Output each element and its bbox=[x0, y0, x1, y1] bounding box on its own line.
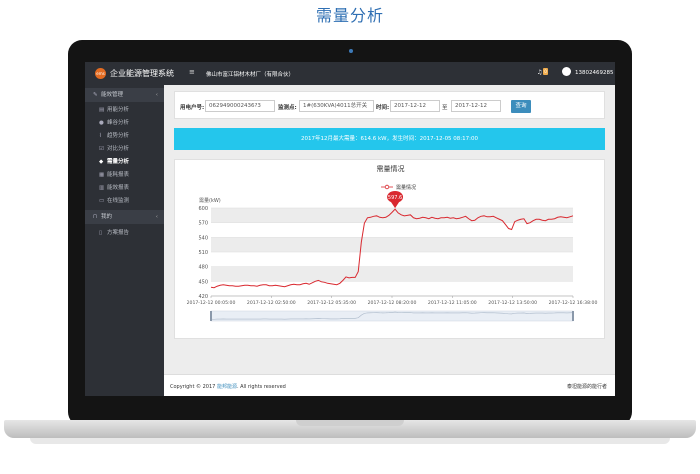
line-chart-icon: ⌇ bbox=[99, 133, 102, 139]
sidebar: ✎ 能效管理 ‹ ▤ 用能分析 ● 峰谷分析 ⌇ 趋势分析 ☑ 对比分析 ◆ 需量分析 ▦ 能耗… bbox=[85, 85, 164, 396]
app-title: 企业能源管理系统 bbox=[110, 69, 174, 78]
query-button[interactable]: 查询 bbox=[511, 100, 531, 113]
y-axis-label: 需量(kW) bbox=[199, 197, 221, 204]
y-tick-label: 510 bbox=[198, 250, 208, 256]
main-content: 用电户号: 0629490002436?3 监测点: 1#(630KVA)401… bbox=[164, 85, 615, 396]
chart-panel: 需量情况 420 450 480 510 540 570 600 需量(kW) 2017-12-… bbox=[174, 159, 605, 339]
x-tick-label: 2017-12-12 05:35:00 bbox=[307, 300, 356, 306]
menu-toggle-icon[interactable]: ≡ bbox=[189, 68, 195, 76]
diamond-icon: ◆ bbox=[99, 159, 104, 165]
notification-badge[interactable]: 0 bbox=[543, 68, 548, 75]
sidebar-item-label: 用能分析 bbox=[107, 107, 130, 113]
date-to-input[interactable]: 2017-12-12 bbox=[451, 100, 501, 112]
copyright: Copyright © 2017 能邦能源. All rights reserv… bbox=[170, 383, 286, 390]
max-demand-banner: 2017年12月最大需量：614.6 kW，发生时间：2017-12-05 08… bbox=[174, 128, 605, 150]
x-tick-label: 2017-12-12 16:38:00 bbox=[549, 300, 598, 306]
monitor-label: 监测点: bbox=[278, 105, 297, 111]
check-square-icon: ☑ bbox=[99, 146, 104, 152]
laptop-base-notch bbox=[296, 420, 404, 426]
max-marker-label: 597.6 bbox=[388, 195, 402, 201]
legend-marker bbox=[384, 184, 390, 190]
copyright-link[interactable]: 能邦能源 bbox=[217, 384, 237, 390]
zoom-handle-right bbox=[572, 311, 574, 321]
y-tick-label: 540 bbox=[198, 235, 208, 241]
x-tick-label: 2017-12-12 13:50:00 bbox=[488, 300, 537, 306]
sidebar-item-plan-report[interactable]: ▯ 方案报告 bbox=[85, 227, 164, 239]
file-icon: ▯ bbox=[99, 230, 103, 236]
chevron-left-icon: ‹ bbox=[155, 214, 158, 220]
table-icon: ▥ bbox=[99, 185, 105, 191]
footer: Copyright © 2017 能邦能源. All rights reserv… bbox=[164, 374, 615, 396]
y-tick-label: 600 bbox=[198, 206, 208, 212]
demand-chart[interactable]: 420 450 480 510 540 570 600 需量(kW) 2017-12-12 00… bbox=[175, 160, 606, 340]
sidebar-group-label: 我的 bbox=[101, 214, 113, 220]
laptop-shadow bbox=[30, 438, 670, 444]
account-label: 用电户号: bbox=[180, 105, 205, 111]
chevron-left-icon: ‹ bbox=[155, 92, 158, 98]
sidebar-item-label: 对比分析 bbox=[107, 146, 130, 152]
page-title: 需量分析 bbox=[315, 6, 384, 25]
sidebar-item-usage[interactable]: ▤ 用能分析 bbox=[85, 104, 164, 116]
y-tick-label: 570 bbox=[198, 221, 208, 227]
footer-slogan: 泰坦能源的能行者 bbox=[566, 384, 607, 390]
x-tick-label: 2017-12-12 02:50:00 bbox=[247, 300, 296, 306]
company-name: 佛山市富江铝材木材厂（有限合伙） bbox=[206, 72, 295, 78]
sidebar-item-label: 需量分析 bbox=[107, 159, 130, 165]
sidebar-group-energy[interactable]: ✎ 能效管理 ‹ bbox=[85, 88, 164, 102]
calendar-icon: ▦ bbox=[99, 172, 105, 178]
y-tick-label: 480 bbox=[198, 265, 208, 271]
app-logo[interactable]: ems bbox=[95, 68, 106, 79]
sidebar-item-efficiency-report[interactable]: ▥ 能效报表 bbox=[85, 182, 164, 194]
sidebar-item-label: 在线监测 bbox=[107, 198, 130, 204]
sidebar-item-peak-valley[interactable]: ● 峰谷分析 bbox=[85, 117, 164, 129]
copyright-prefix: Copyright © 2017 bbox=[170, 384, 216, 390]
bell-icon[interactable]: ♫ bbox=[537, 69, 542, 76]
sidebar-item-consumption-report[interactable]: ▦ 能耗报表 bbox=[85, 169, 164, 181]
grid-band bbox=[211, 266, 573, 282]
sidebar-item-label: 方案报告 bbox=[107, 230, 130, 236]
sidebar-item-demand[interactable]: ◆ 需量分析 bbox=[85, 156, 164, 168]
sidebar-item-label: 峰谷分析 bbox=[107, 120, 130, 126]
x-tick-label: 2017-12-12 11:05:00 bbox=[428, 300, 477, 306]
sidebar-item-monitor[interactable]: ▭ 在线监测 bbox=[85, 195, 164, 207]
filter-bar: 用电户号: 0629490002436?3 监测点: 1#(630KVA)401… bbox=[174, 91, 605, 119]
legend-label: 需量情况 bbox=[396, 184, 416, 191]
user-avatar-icon[interactable] bbox=[562, 67, 571, 76]
sidebar-item-compare[interactable]: ☑ 对比分析 bbox=[85, 143, 164, 155]
monitor-icon: ▭ bbox=[99, 198, 105, 204]
sidebar-item-label: 趋势分析 bbox=[107, 133, 130, 139]
top-navbar: ems 企业能源管理系统 ≡ 佛山市富江铝材木材厂（有限合伙） ♫ 0 1380… bbox=[85, 62, 615, 85]
sidebar-item-trend[interactable]: ⌇ 趋势分析 bbox=[85, 130, 164, 142]
sidebar-group-label: 能效管理 bbox=[101, 92, 124, 98]
wrench-icon: ✎ bbox=[93, 92, 98, 98]
sidebar-group-mine[interactable]: ⊓ 我的 ‹ bbox=[85, 210, 164, 224]
y-tick-label: 420 bbox=[198, 294, 208, 300]
to-label: 至 bbox=[442, 105, 448, 111]
pie-chart-icon: ● bbox=[99, 120, 104, 126]
zoom-handle-left bbox=[210, 311, 212, 321]
sidebar-item-label: 能耗报表 bbox=[107, 172, 130, 178]
y-tick-label: 450 bbox=[198, 279, 208, 285]
lock-icon: ⊓ bbox=[93, 214, 98, 220]
app-screen: ems 企业能源管理系统 ≡ 佛山市富江铝材木材厂（有限合伙） ♫ 0 1380… bbox=[85, 62, 615, 396]
x-tick-label: 2017-12-12 08:20:00 bbox=[368, 300, 417, 306]
grid-band bbox=[211, 208, 573, 223]
user-id[interactable]: 13802469285 bbox=[575, 70, 614, 76]
copyright-suffix: . All rights reserved bbox=[236, 384, 286, 390]
camera-icon bbox=[349, 49, 353, 53]
bar-chart-icon: ▤ bbox=[99, 107, 105, 113]
monitor-select[interactable]: 1#(630KVA)4011总开关 bbox=[299, 100, 374, 112]
time-label: 时间: bbox=[376, 105, 390, 111]
x-tick-label: 2017-12-12 00:05:00 bbox=[187, 300, 236, 306]
sidebar-item-label: 能效报表 bbox=[107, 185, 130, 191]
account-select[interactable]: 0629490002436?3 bbox=[205, 100, 275, 112]
date-from-input[interactable]: 2017-12-12 bbox=[390, 100, 440, 112]
grid-band bbox=[211, 237, 573, 252]
